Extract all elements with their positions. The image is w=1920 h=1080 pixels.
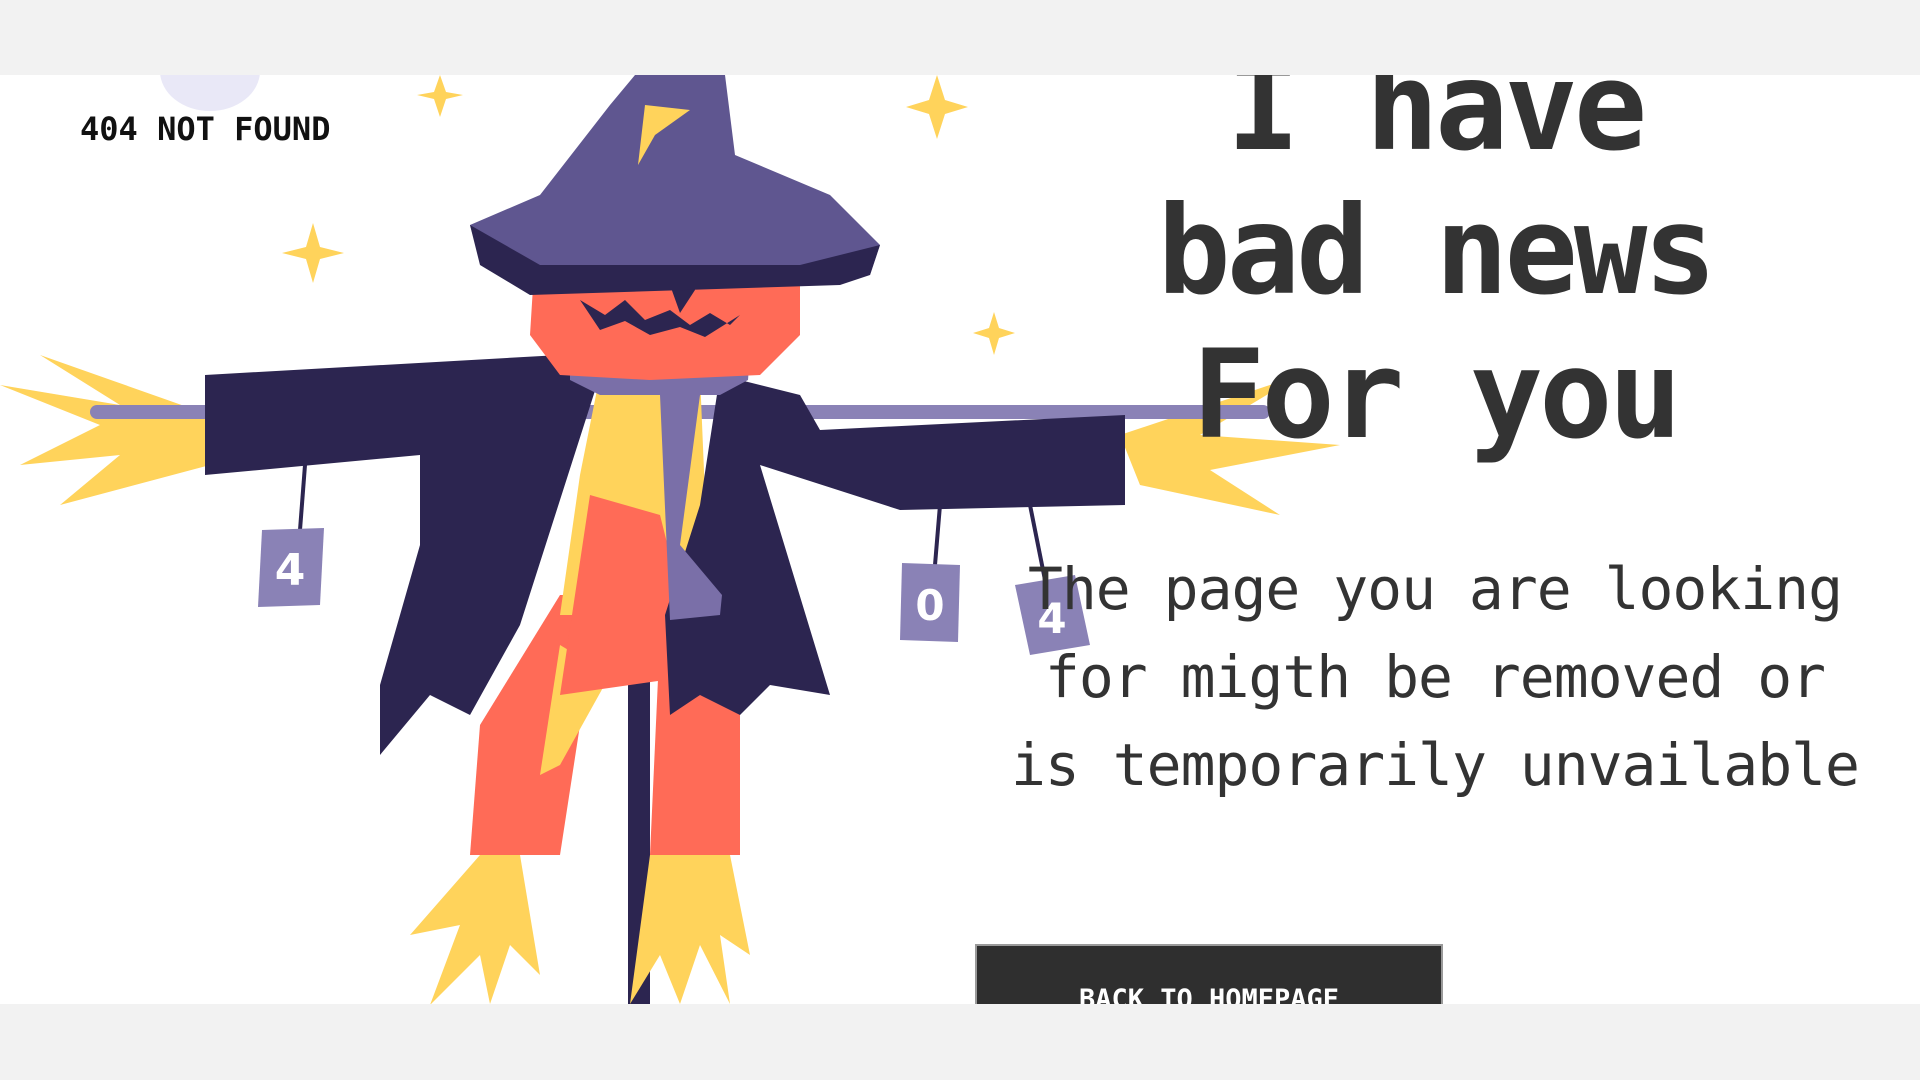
headline-line-2: bad news <box>1157 180 1717 322</box>
brand-label: 404 NOT FOUND <box>80 110 331 148</box>
headline-line-1: I have <box>1226 75 1648 178</box>
page-viewport: 4 0 4 404 NOT FOUND I have bad news For … <box>0 75 1920 1004</box>
can-label-4-left: 4 <box>275 545 306 596</box>
can-0: 0 <box>900 563 960 642</box>
error-message: The page you are looking for migth be re… <box>1011 555 1860 799</box>
can-label-0: 0 <box>915 581 944 630</box>
can-4-left: 4 <box>258 528 324 607</box>
page-headline: I have bad news For you <box>1010 75 1860 467</box>
back-to-homepage-button[interactable]: BACK TO HOMEPAGE <box>975 944 1443 1004</box>
headline-line-3: For you <box>1191 324 1682 466</box>
